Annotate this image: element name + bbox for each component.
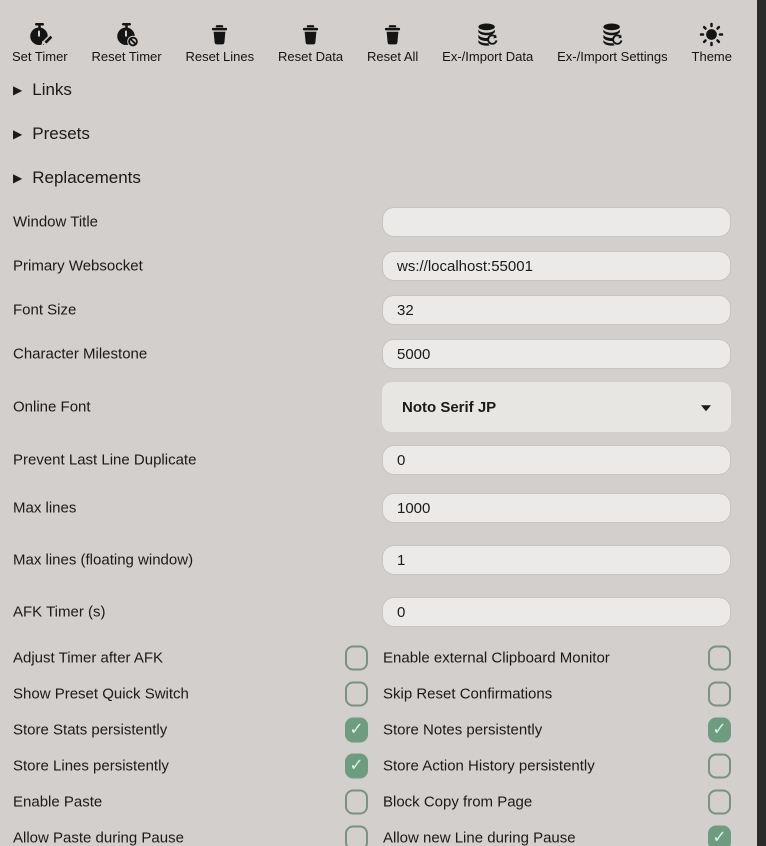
database-sync-icon bbox=[475, 21, 501, 47]
theme-button[interactable]: Theme bbox=[692, 21, 732, 64]
block-copy-from-page-checkbox[interactable] bbox=[708, 789, 731, 815]
database-sync-icon bbox=[599, 21, 625, 47]
enable-external-clipboard-monitor-label: Enable external Clipboard Monitor bbox=[383, 649, 610, 667]
reset-timer-label: Reset Timer bbox=[91, 49, 162, 64]
allow-paste-during-pause-label: Allow Paste during Pause bbox=[13, 829, 184, 846]
window-title-label: Window Title bbox=[13, 213, 99, 231]
section-links-label: Links bbox=[32, 80, 72, 99]
store-notes-persistently-checkbox[interactable] bbox=[708, 717, 731, 743]
toggle-row: Store Stats persistently Store Notes per… bbox=[0, 712, 766, 748]
primary-websocket-label: Primary Websocket bbox=[13, 257, 143, 275]
skip-reset-confirmations-checkbox[interactable] bbox=[708, 681, 731, 707]
window-title-input[interactable] bbox=[382, 207, 731, 237]
store-notes-persistently-label: Store Notes persistently bbox=[383, 721, 543, 739]
scrollbar[interactable] bbox=[757, 0, 766, 846]
skip-reset-confirmations-label: Skip Reset Confirmations bbox=[383, 685, 553, 703]
enable-paste-label: Enable Paste bbox=[13, 793, 103, 811]
field-row-afk-timer: AFK Timer (s) bbox=[0, 586, 766, 638]
set-timer-label: Set Timer bbox=[12, 49, 68, 64]
chevron-right-icon: ▶ bbox=[13, 83, 23, 97]
enable-paste-checkbox[interactable] bbox=[345, 789, 368, 815]
reset-timer-button[interactable]: Reset Timer bbox=[92, 21, 162, 64]
adjust-timer-after-afk-checkbox[interactable] bbox=[345, 645, 368, 671]
prevent-last-line-duplicate-label: Prevent Last Line Duplicate bbox=[13, 451, 197, 469]
store-lines-persistently-checkbox[interactable] bbox=[345, 753, 368, 779]
toggle-row: Allow Paste during Pause Allow new Line … bbox=[0, 820, 766, 846]
section-replacements-label: Replacements bbox=[32, 168, 141, 187]
toggle-grid: Adjust Timer after AFK Enable external C… bbox=[0, 640, 766, 846]
character-milestone-input[interactable] bbox=[382, 339, 731, 369]
trash-icon bbox=[298, 21, 324, 47]
settings-form: Window Title Primary Websocket Font Size… bbox=[0, 200, 766, 638]
reset-data-button[interactable]: Reset Data bbox=[278, 21, 343, 64]
export-import-data-label: Ex-/Import Data bbox=[442, 49, 534, 64]
toolbar: Set Timer Reset Timer Reset Lines Reset … bbox=[0, 0, 748, 64]
section-replacements[interactable]: ▶ Replacements bbox=[0, 156, 766, 200]
export-import-settings-button[interactable]: Ex-/Import Settings bbox=[557, 21, 668, 64]
prevent-last-line-duplicate-input[interactable] bbox=[382, 445, 731, 475]
theme-label: Theme bbox=[691, 49, 732, 64]
field-row-max-lines-floating: Max lines (floating window) bbox=[0, 534, 766, 586]
online-font-selected-value: Noto Serif JP bbox=[402, 398, 497, 416]
toggle-row: Enable Paste Block Copy from Page bbox=[0, 784, 766, 820]
afk-timer-input[interactable] bbox=[382, 597, 731, 627]
store-stats-persistently-checkbox[interactable] bbox=[345, 717, 368, 743]
reset-all-label: Reset All bbox=[366, 49, 419, 64]
trash-icon bbox=[207, 21, 233, 47]
online-font-select[interactable]: Noto Serif JP bbox=[382, 382, 731, 432]
store-stats-persistently-label: Store Stats persistently bbox=[13, 721, 168, 739]
show-preset-quick-switch-label: Show Preset Quick Switch bbox=[13, 685, 189, 703]
field-row-character-milestone: Character Milestone bbox=[0, 332, 766, 376]
field-row-window-title: Window Title bbox=[0, 200, 766, 244]
store-action-history-persistently-checkbox[interactable] bbox=[708, 753, 731, 779]
chevron-right-icon: ▶ bbox=[13, 127, 23, 141]
afk-timer-label: AFK Timer (s) bbox=[13, 603, 106, 621]
character-milestone-label: Character Milestone bbox=[13, 345, 148, 363]
allow-new-line-during-pause-label: Allow new Line during Pause bbox=[383, 829, 576, 846]
field-row-primary-websocket: Primary Websocket bbox=[0, 244, 766, 288]
online-font-label: Online Font bbox=[13, 398, 91, 416]
field-row-online-font: Online Font Noto Serif JP bbox=[0, 376, 766, 438]
primary-websocket-input[interactable] bbox=[382, 251, 731, 281]
reset-lines-button[interactable]: Reset Lines bbox=[185, 21, 254, 64]
timer-cancel-icon bbox=[114, 21, 140, 47]
reset-lines-label: Reset Lines bbox=[185, 49, 255, 64]
allow-new-line-during-pause-checkbox[interactable] bbox=[708, 825, 731, 846]
section-presets[interactable]: ▶ Presets bbox=[0, 112, 766, 156]
font-size-label: Font Size bbox=[13, 301, 77, 319]
field-row-prevent-last-line-duplicate: Prevent Last Line Duplicate bbox=[0, 438, 766, 482]
block-copy-from-page-label: Block Copy from Page bbox=[383, 793, 533, 811]
section-presets-label: Presets bbox=[32, 124, 90, 143]
field-row-max-lines: Max lines bbox=[0, 482, 766, 534]
toggle-row: Show Preset Quick Switch Skip Reset Conf… bbox=[0, 676, 766, 712]
max-lines-input[interactable] bbox=[382, 493, 731, 523]
toggle-row: Store Lines persistently Store Action Hi… bbox=[0, 748, 766, 784]
adjust-timer-after-afk-label: Adjust Timer after AFK bbox=[13, 649, 164, 667]
field-row-font-size: Font Size bbox=[0, 288, 766, 332]
chevron-right-icon: ▶ bbox=[13, 171, 23, 185]
store-action-history-persistently-label: Store Action History persistently bbox=[383, 757, 595, 775]
allow-paste-during-pause-checkbox[interactable] bbox=[345, 825, 368, 846]
section-links[interactable]: ▶ Links bbox=[0, 68, 766, 112]
show-preset-quick-switch-checkbox[interactable] bbox=[345, 681, 368, 707]
trash-icon bbox=[380, 21, 406, 47]
reset-all-button[interactable]: Reset All bbox=[367, 21, 418, 64]
max-lines-label: Max lines bbox=[13, 499, 77, 517]
enable-external-clipboard-monitor-checkbox[interactable] bbox=[708, 645, 731, 671]
store-lines-persistently-label: Store Lines persistently bbox=[13, 757, 169, 775]
dropdown-caret-icon bbox=[701, 405, 711, 412]
max-lines-floating-label: Max lines (floating window) bbox=[13, 551, 194, 569]
set-timer-button[interactable]: Set Timer bbox=[12, 21, 68, 64]
font-size-input[interactable] bbox=[382, 295, 731, 325]
toggle-row: Adjust Timer after AFK Enable external C… bbox=[0, 640, 766, 676]
export-import-settings-label: Ex-/Import Settings bbox=[557, 49, 668, 64]
max-lines-floating-input[interactable] bbox=[382, 545, 731, 575]
sun-icon bbox=[699, 21, 725, 47]
export-import-data-button[interactable]: Ex-/Import Data bbox=[442, 21, 533, 64]
reset-data-label: Reset Data bbox=[278, 49, 344, 64]
timer-edit-icon bbox=[27, 21, 53, 47]
collapsible-sections: ▶ Links ▶ Presets ▶ Replacements bbox=[0, 68, 766, 200]
